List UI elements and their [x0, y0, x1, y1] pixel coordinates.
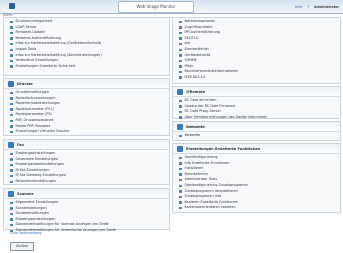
- panel-title: Einstellungen Erweiterte Funktionen: [186, 146, 261, 151]
- home-icon[interactable]: [9, 3, 15, 9]
- panel-title: @Remote: [186, 89, 206, 94]
- back-to-top-link[interactable]: Zum Seitenanfang: [10, 231, 41, 235]
- help-link[interactable]: Hilfe: [295, 5, 302, 9]
- panel-remote: @Remote RC Gate einrichten Update der RC …: [172, 86, 341, 119]
- panel-items: RC Gate einrichten Update der RC Gate Fir…: [173, 97, 340, 120]
- panel-title: Drucker: [17, 81, 33, 86]
- panel-link[interactable]: Einstellungen Erweiterte Sicherheit: [10, 64, 169, 70]
- app-header: Web Image Monitor Hilfe ? Administrator: [0, 0, 343, 14]
- panel-header: Scanner: [4, 189, 169, 199]
- panel-items: Netzwerkoptionen Zugriffskontrolle IPP-Aut…: [173, 18, 340, 81]
- panel-title: Fax: [17, 142, 24, 147]
- panel-link[interactable]: IEEE 802.1X: [179, 75, 340, 81]
- panel-printer: Drucker Grundeinstellungen Papierfachzuwe…: [3, 78, 170, 136]
- header-links: Hilfe ? Administrator: [295, 5, 339, 9]
- panel-title: Webseite: [186, 124, 205, 129]
- webpage-icon: [177, 123, 183, 130]
- extended-features-icon: [177, 145, 183, 152]
- panel-items: Grundeinstellungen Papierfachzuweisungen P…: [4, 89, 169, 135]
- panel-items: Webseite: [173, 132, 340, 139]
- panel-items: Druckserverlegenheit LDAP-Server Firmware-…: [4, 18, 169, 69]
- fax-icon: [8, 141, 14, 148]
- user-label: Administrator: [314, 5, 339, 9]
- panel-title: Scanner: [17, 191, 34, 196]
- panel-scanner: Scanner Allgemeine Einstellungen Scaneins…: [3, 188, 170, 232]
- panel-link[interactable]: Kartenspeicherdaten kopieren: [179, 205, 340, 211]
- panel-network-security: Druckserverlegenheit LDAP-Server Firmware-…: [3, 17, 170, 76]
- panel-webpage: Webseite Webseite: [172, 121, 341, 141]
- panel-fax: Fax Empfangseinstellungen Gesendete Einst…: [3, 139, 170, 185]
- panel-link[interactable]: Einstellungen Virtueller Drucker: [10, 129, 169, 135]
- page-title: Web Image Monitor: [118, 1, 194, 13]
- panel-header: @Remote: [173, 87, 340, 97]
- panel-network-options: Netzwerkoptionen Zugriffskontrolle IPP-Aut…: [172, 17, 341, 84]
- panel-header: Einstellungen Erweiterte Funktionen: [173, 144, 340, 154]
- back-button[interactable]: Zurück: [10, 242, 34, 251]
- panel-link[interactable]: Parametereinstellungen: [10, 179, 169, 185]
- printer-icon: [8, 80, 14, 87]
- panel-link[interactable]: Über Fernübermittlungen des Geräts infor…: [179, 115, 340, 121]
- panel-items: Allgemeine Einstellungen Scaneinstellunge…: [4, 199, 169, 234]
- remote-icon: [177, 88, 183, 95]
- panel-items: Empfangseinstellungen Gesendete Einstellu…: [4, 150, 169, 185]
- panel-extended-features: Einstellungen Erweiterte Funktionen Star…: [172, 143, 341, 213]
- panel-link[interactable]: Webseite: [179, 133, 340, 139]
- panel-header: Drucker: [4, 79, 169, 89]
- question-icon[interactable]: ?: [307, 5, 309, 9]
- scanner-icon: [8, 190, 14, 197]
- panel-header: Fax: [4, 140, 169, 150]
- panel-items: Startkonfigurierung Info Erweiterte Funkt…: [173, 154, 340, 211]
- panel-header: Webseite: [173, 122, 340, 132]
